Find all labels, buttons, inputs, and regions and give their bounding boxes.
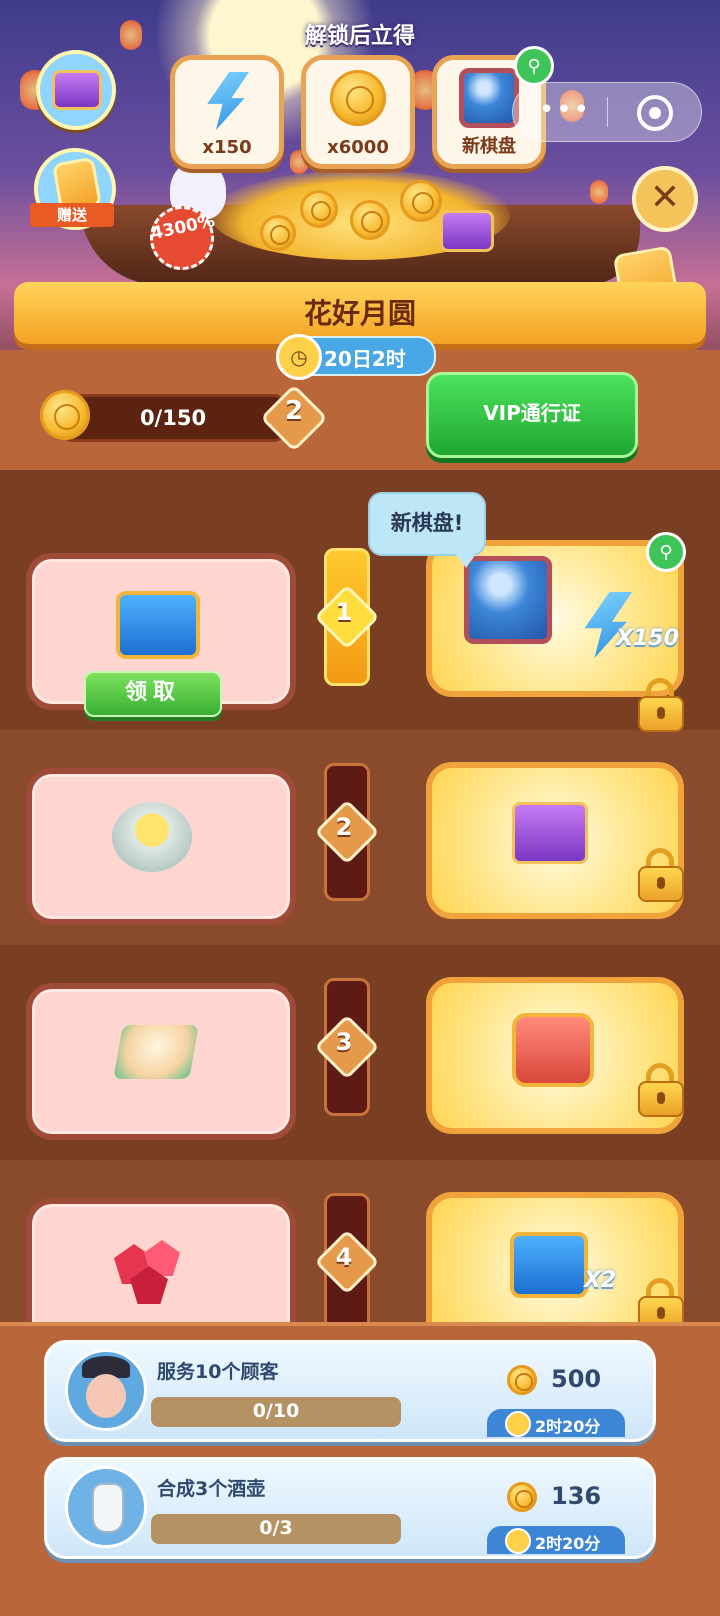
treasure-chest-icon xyxy=(52,70,102,110)
timer-text: 20日2时 xyxy=(324,347,406,371)
gift-box-icon xyxy=(440,210,494,252)
level-number: 4 xyxy=(335,1243,353,1271)
purple-chest-icon xyxy=(512,802,588,864)
reward-multiplier: X2 xyxy=(584,1268,617,1293)
event-title-bar: 花好月圆 xyxy=(14,282,706,344)
coin-icon xyxy=(400,180,442,222)
close-miniprogram-icon[interactable] xyxy=(637,95,673,131)
task-progress-bar: 0/3 xyxy=(151,1514,401,1544)
coin-icon xyxy=(507,1365,537,1395)
task-reward-amount: 500 xyxy=(551,1365,602,1393)
energy-bolt-icon xyxy=(207,72,249,130)
coin-icon xyxy=(300,190,338,228)
lock-icon xyxy=(638,1063,684,1117)
avatar xyxy=(65,1349,147,1431)
chest-shop-button[interactable] xyxy=(36,50,116,130)
new-board-icon xyxy=(464,556,552,644)
mooncake-coin-icon xyxy=(40,390,90,440)
new-board-bubble: 新棋盘! xyxy=(368,492,486,568)
level-number: 1 xyxy=(335,598,353,626)
current-level-number: 2 xyxy=(284,396,304,426)
avatar xyxy=(65,1466,147,1548)
level-marker-3: 3 xyxy=(314,1014,380,1080)
level-marker-2: 2 xyxy=(314,799,380,865)
clock-icon xyxy=(505,1528,531,1554)
wine-jug-icon xyxy=(92,1483,124,1533)
vip-pass-button[interactable]: VIP通行证 xyxy=(426,372,638,458)
free-reward-card-3[interactable] xyxy=(26,983,296,1140)
face-icon xyxy=(86,1374,126,1418)
reward-amount: x150 xyxy=(202,137,252,158)
task-description: 服务10个顾客 xyxy=(157,1361,279,1383)
coin-icon xyxy=(507,1482,537,1512)
level-marker-1: 1 xyxy=(314,584,380,650)
capsule-divider xyxy=(607,97,608,127)
task-progress-bar: 0/10 xyxy=(151,1397,401,1427)
reward-multiplier: X150 xyxy=(616,626,679,651)
free-reward-card-2[interactable] xyxy=(26,768,296,925)
lock-icon xyxy=(638,1278,684,1332)
claim-button[interactable]: 领取 xyxy=(84,671,222,717)
new-board-icon xyxy=(459,68,519,128)
unlock-reward-coins[interactable]: x6000 xyxy=(301,55,415,169)
unlock-title: 解锁后立得 xyxy=(304,24,415,49)
lantern-decoration xyxy=(590,180,608,204)
points-progress-value: 0/150 xyxy=(139,406,207,430)
treasure-chest-icon xyxy=(116,591,200,659)
task-progress-value: 0/10 xyxy=(252,1400,300,1422)
reward-amount: x6000 xyxy=(327,137,389,158)
clock-icon: ◷ xyxy=(276,334,322,380)
close-button[interactable]: ✕ xyxy=(632,166,698,232)
task-timer-text: 2时20分 xyxy=(535,1417,601,1436)
level-number: 3 xyxy=(335,1028,353,1056)
magnifier-icon[interactable]: ⚲ xyxy=(514,46,554,86)
event-title: 花好月圆 xyxy=(303,297,416,330)
more-options-icon[interactable]: ••• xyxy=(539,97,591,123)
task-progress-value: 0/3 xyxy=(259,1517,293,1539)
task-timer: 2时20分 xyxy=(487,1526,625,1554)
task-card-1[interactable]: 服务10个顾客 0/10 500 2时20分 xyxy=(44,1340,656,1442)
points-progress-bar: 0/150 xyxy=(60,394,286,442)
mystery-chest-icon xyxy=(512,1013,594,1087)
corn-soup-icon xyxy=(112,802,192,872)
blue-chest-icon xyxy=(510,1232,588,1298)
task-description: 合成3个酒壶 xyxy=(157,1478,266,1500)
lock-icon xyxy=(638,678,684,732)
task-timer: 2时20分 xyxy=(487,1409,625,1437)
coin-icon xyxy=(260,215,296,251)
clock-icon xyxy=(505,1411,531,1437)
coin-icon xyxy=(350,200,390,240)
level-marker-4: 4 xyxy=(314,1229,380,1295)
level-number: 2 xyxy=(335,813,353,841)
event-timer: ◷ 20日2时 xyxy=(276,334,436,380)
task-timer-text: 2时20分 xyxy=(535,1534,601,1553)
fried-rice-icon xyxy=(113,1025,199,1079)
gift-label: 赠送 xyxy=(30,203,114,227)
magnifier-icon[interactable]: ⚲ xyxy=(646,532,686,572)
task-reward-amount: 136 xyxy=(551,1482,602,1510)
unlock-reward-energy[interactable]: x150 xyxy=(170,55,284,169)
task-card-2[interactable]: 合成3个酒壶 0/3 136 2时20分 xyxy=(44,1457,656,1559)
mooncake-coin-icon xyxy=(330,70,386,126)
lock-icon xyxy=(638,848,684,902)
mini-program-capsule: ••• xyxy=(512,82,702,142)
